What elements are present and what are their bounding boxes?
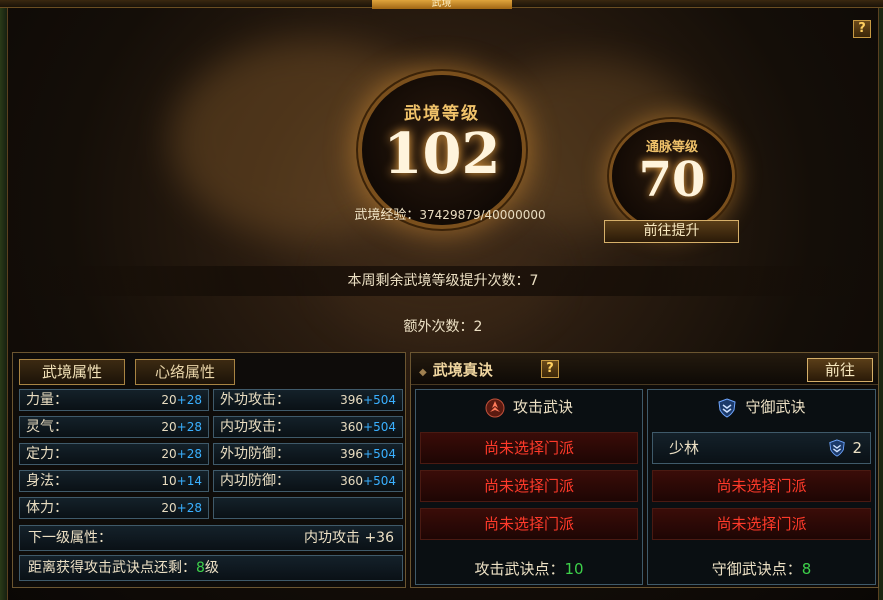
stat-composure: 定力： 20+28 (19, 443, 209, 465)
stat-value: 20+28 (161, 420, 202, 434)
stat-label: 身法： (26, 473, 68, 489)
stat-label: 力量： (26, 392, 68, 408)
goto-levelup-button[interactable]: 前往提升 (604, 220, 739, 243)
stat-external-attack: 外功攻击： 396+504 (213, 389, 403, 411)
realm-exp-value: 37429879/40000000 (419, 208, 546, 222)
stat-value: 10+14 (161, 474, 202, 488)
panel-title: ◆ 武境真诀 (419, 361, 493, 379)
stat-value: 20+28 (161, 501, 202, 515)
stat-empty-slot (213, 497, 403, 519)
stat-value: 20+28 (161, 393, 202, 407)
help-icon[interactable]: ? (541, 360, 559, 378)
meridian-level-value: 70 (638, 152, 706, 208)
shield-icon (718, 397, 737, 418)
stat-internal-attack: 内功攻击： 360+504 (213, 416, 403, 438)
left-edge (0, 8, 8, 600)
window-title: 武境 (371, 0, 512, 9)
weekly-remaining-text: 本周剩余武境等级提升次数：7 (8, 266, 878, 296)
stat-spirit: 灵气： 20+28 (19, 416, 209, 438)
stat-label: 灵气： (26, 419, 68, 435)
stat-value: 396+504 (340, 447, 396, 461)
stat-value: 360+504 (340, 474, 396, 488)
stat-label: 外功防御： (220, 446, 290, 462)
stat-label: 定力： (26, 446, 68, 462)
stat-label: 内功攻击： (220, 419, 290, 435)
distance-text: 距离获得攻击武诀点还剩：8级 (28, 560, 219, 576)
attack-slot-2[interactable]: 尚未选择门派 (420, 470, 638, 502)
attack-art-points: 攻击武诀点：10 (474, 560, 584, 578)
realm-true-art-panel: ◆ 武境真诀 ? 前往 攻击武诀 尚未选择门派 尚未选择门派 尚未选择门派 攻击武… (410, 352, 879, 588)
stat-strength: 力量： 20+28 (19, 389, 209, 411)
attack-art-icon (485, 398, 505, 417)
defense-slot-2[interactable]: 尚未选择门派 (652, 508, 871, 540)
stat-label: 外功攻击： (220, 392, 290, 408)
stat-label: 内功防御： (220, 473, 290, 489)
stat-value: 360+504 (340, 420, 396, 434)
window-title-tab: 武境 (0, 0, 883, 10)
stat-value: 20+28 (161, 447, 202, 461)
stat-external-defense: 外功防御： 396+504 (213, 443, 403, 465)
extra-count-text: 额外次数：2 (403, 319, 483, 335)
goto-button[interactable]: 前往 (807, 358, 873, 382)
shield-icon (829, 439, 845, 457)
stat-label: 体力： (26, 500, 68, 516)
defense-set-shaolin[interactable]: 少林 2 (652, 432, 871, 464)
stat-value: 396+504 (340, 393, 396, 407)
realm-attributes-panel: 武境属性 心络属性 力量： 20+28 灵气： 20+28 定力： 20+28 … (12, 352, 406, 588)
stat-stamina: 体力： 20+28 (19, 497, 209, 519)
realm-window: 武境 ? 武境等级 102 通脉等级 70 武境经验：37429879/4000… (0, 0, 883, 600)
meridian-level-orb: 通脉等级 70 (612, 122, 732, 230)
attack-art-column: 攻击武诀 尚未选择门派 尚未选择门派 尚未选择门派 攻击武诀点：10 (415, 389, 643, 585)
set-count: 2 (852, 439, 862, 457)
realm-level-value: 102 (383, 121, 501, 187)
next-level-attributes: 下一级属性： 内功攻击 +36 (19, 525, 403, 551)
tab-heart-attributes[interactable]: 心络属性 (135, 359, 235, 385)
defense-slot-1[interactable]: 尚未选择门派 (652, 470, 871, 502)
stat-internal-defense: 内功防御： 360+504 (213, 470, 403, 492)
defense-art-header: 守御武诀 (648, 396, 875, 418)
realm-exp: 武境经验：37429879/40000000 (300, 204, 600, 223)
panel-header: ◆ 武境真诀 ? 前往 (411, 353, 878, 385)
stat-agility: 身法： 10+14 (19, 470, 209, 492)
defense-art-column: 守御武诀 少林 2 尚未选择门派 尚未选择门派 守御武诀点：8 (647, 389, 876, 585)
next-level-value: 内功攻击 +36 (304, 530, 394, 546)
tab-realm-attributes[interactable]: 武境属性 (19, 359, 125, 385)
attack-art-header: 攻击武诀 (416, 396, 642, 418)
attack-slot-1[interactable]: 尚未选择门派 (420, 432, 638, 464)
defense-art-points: 守御武诀点：8 (711, 560, 812, 578)
attack-point-distance: 距离获得攻击武诀点还剩：8级 (19, 555, 403, 581)
realm-exp-label: 武境经验： (354, 208, 420, 223)
next-level-label: 下一级属性： (28, 530, 112, 546)
set-name: 少林 (669, 439, 700, 457)
realm-level-orb: 武境等级 102 (362, 75, 522, 225)
diamond-icon: ◆ (419, 367, 427, 378)
attack-slot-3[interactable]: 尚未选择门派 (420, 508, 638, 540)
help-icon[interactable]: ? (853, 20, 871, 38)
